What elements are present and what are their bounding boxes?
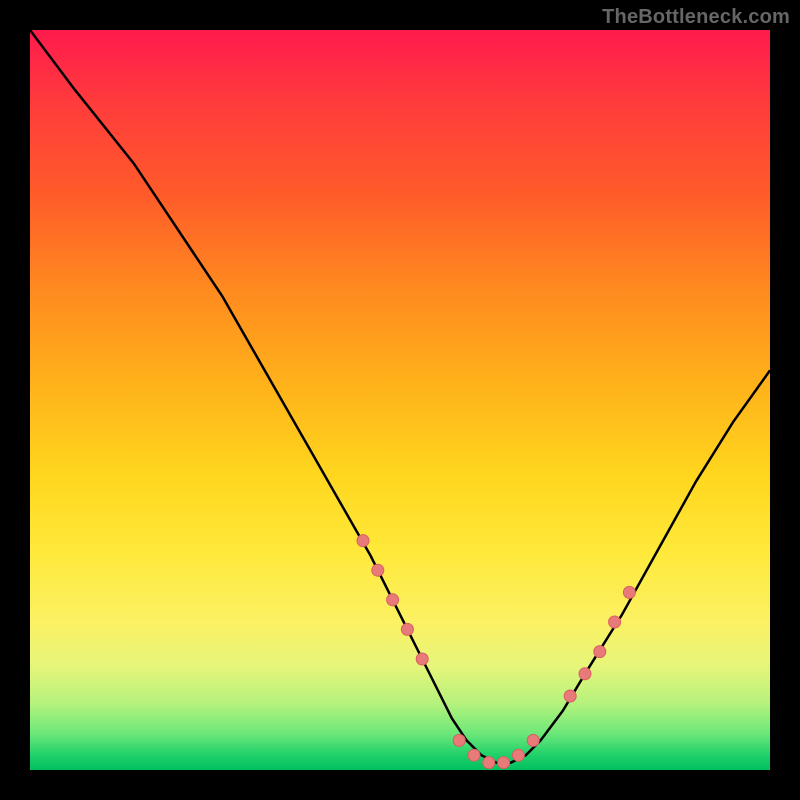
watermark-label: TheBottleneck.com: [602, 6, 790, 29]
marker-dot: [468, 749, 480, 761]
curve-overlay: [30, 30, 770, 770]
marker-dot: [594, 646, 606, 658]
marker-dot: [527, 734, 539, 746]
plot-area: [30, 30, 770, 770]
marker-dot: [453, 734, 465, 746]
marker-dot: [564, 690, 576, 702]
marker-layer: [357, 535, 635, 769]
marker-dot: [623, 586, 635, 598]
marker-dot: [357, 535, 369, 547]
marker-dot: [483, 757, 495, 769]
marker-dot: [416, 653, 428, 665]
chart-container: TheBottleneck.com: [0, 0, 800, 800]
bottleneck-curve: [30, 30, 770, 763]
marker-dot: [498, 757, 510, 769]
marker-dot: [401, 623, 413, 635]
marker-dot: [512, 749, 524, 761]
marker-dot: [609, 616, 621, 628]
marker-dot: [387, 594, 399, 606]
marker-dot: [372, 564, 384, 576]
marker-dot: [579, 668, 591, 680]
